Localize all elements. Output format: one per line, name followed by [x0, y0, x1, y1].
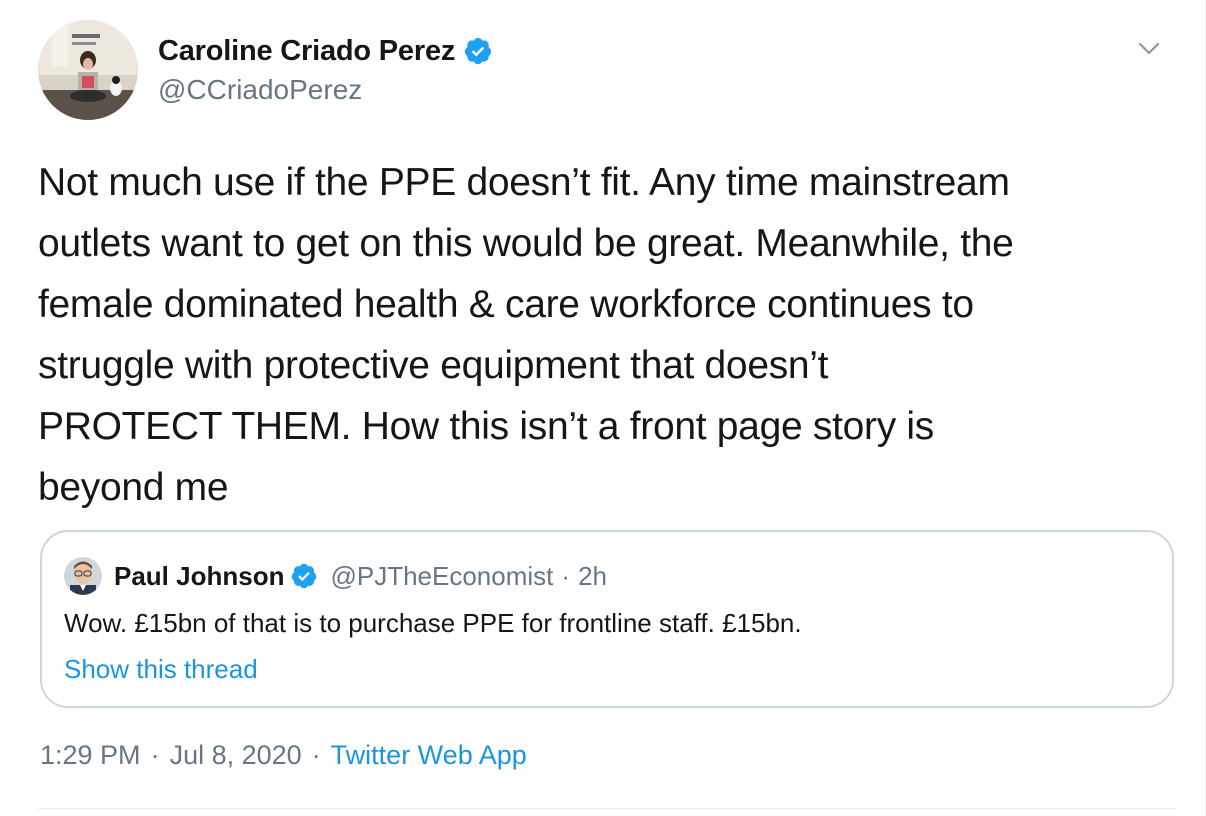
- tweet-date[interactable]: Jul 8, 2020: [170, 740, 302, 771]
- divider: [38, 808, 1176, 809]
- quoted-tweet-text: Wow. £15bn of that is to purchase PPE fo…: [64, 608, 802, 638]
- show-thread-link[interactable]: Show this thread: [64, 654, 258, 685]
- display-name-row: Caroline Criado Perez: [158, 34, 493, 68]
- tweet-text: Not much use if the PPE doesn’t fit. Any…: [38, 161, 1014, 509]
- footer-separator: ·: [150, 740, 160, 770]
- quoted-author-handle[interactable]: @PJTheEconomist: [330, 561, 553, 592]
- author-handle[interactable]: @CCriadoPerez: [158, 74, 493, 106]
- author-info: Caroline Criado Perez @CCriadoPerez: [158, 34, 493, 106]
- quoted-tweet-header: Paul Johnson @PJTheEconomist · 2h: [64, 556, 607, 596]
- quoted-author-avatar[interactable]: [64, 557, 102, 595]
- quoted-tweet[interactable]: Paul Johnson @PJTheEconomist · 2h Wow. £…: [40, 530, 1174, 708]
- tweet-time[interactable]: 1:29 PM: [40, 740, 141, 771]
- tweet-header: Caroline Criado Perez @CCriadoPerez: [38, 20, 1178, 120]
- tweet-source-link[interactable]: Twitter Web App: [331, 740, 527, 771]
- quoted-author-name[interactable]: Paul Johnson: [114, 561, 284, 592]
- tweet-footer: 1:29 PM · Jul 8, 2020 · Twitter Web App: [40, 740, 527, 771]
- author-avatar[interactable]: [38, 20, 138, 120]
- verified-badge-icon: [463, 36, 493, 66]
- author-display-name[interactable]: Caroline Criado Perez: [158, 35, 455, 68]
- footer-separator: ·: [311, 740, 321, 770]
- meta-separator: ·: [561, 560, 571, 591]
- quoted-tweet-time[interactable]: 2h: [578, 561, 607, 592]
- verified-badge-icon: [290, 562, 318, 590]
- chevron-down-icon[interactable]: [1134, 34, 1164, 64]
